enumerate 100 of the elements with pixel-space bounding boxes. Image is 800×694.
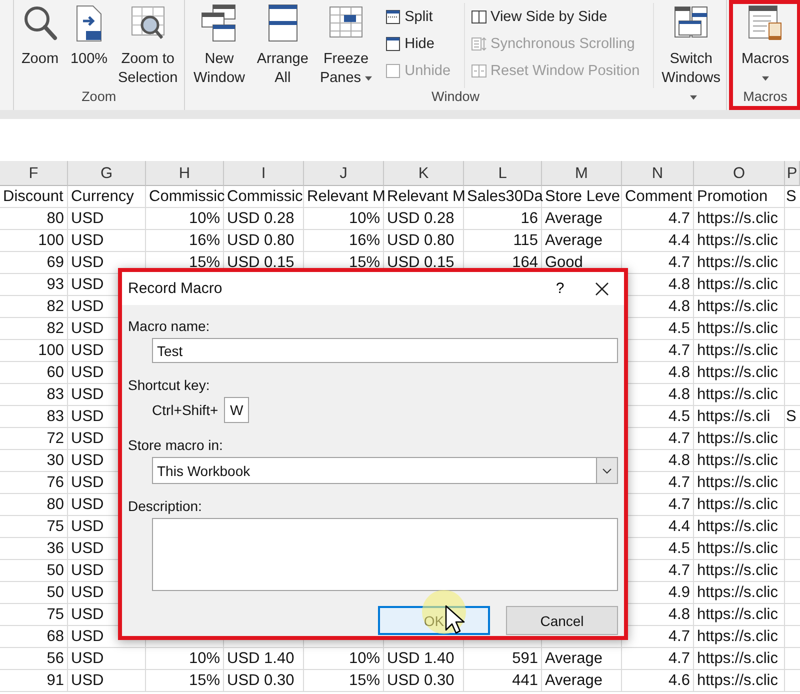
view-side-by-side-button[interactable]: View Side by Side — [470, 6, 640, 27]
split-button[interactable]: Split — [384, 6, 451, 27]
table-cell: 68 — [0, 626, 68, 648]
table-cell: 591 — [464, 648, 542, 670]
table-cell: 36 — [0, 538, 68, 560]
switch-windows-button[interactable]: Switch Windows — [652, 3, 724, 88]
table-cell: 4.7 — [622, 648, 694, 670]
table-cell: USD 0.28 — [224, 208, 304, 230]
table-cell: https://s.clic — [694, 296, 785, 318]
table-cell: 16% — [146, 230, 224, 252]
table-cell: 75 — [0, 516, 68, 538]
table-cell: 80 — [0, 208, 68, 230]
table-cell: https://s.clic — [694, 472, 785, 494]
table-cell: 441 — [464, 670, 542, 692]
column-letter[interactable]: P — [785, 161, 800, 186]
macros-button[interactable]: Macros — [738, 3, 792, 88]
table-cell: https://s.clic — [694, 274, 785, 296]
arrange-all-button[interactable]: Arrange All — [254, 3, 312, 88]
table-cell: 115 — [464, 230, 542, 252]
column-letter[interactable]: O — [694, 161, 785, 186]
column-header: Commissic — [224, 186, 304, 208]
cancel-button[interactable]: Cancel — [506, 606, 618, 635]
table-cell: https://s.clic — [694, 384, 785, 406]
table-cell: https://s.clic — [694, 538, 785, 560]
table-cell: 76 — [0, 472, 68, 494]
table-cell: 50 — [0, 582, 68, 604]
table-cell: 72 — [0, 428, 68, 450]
table-cell: https://s.cli — [694, 406, 785, 428]
table-cell: https://s.clic — [694, 428, 785, 450]
store-macro-dropdown[interactable]: This Workbook — [152, 457, 618, 484]
table-cell: https://s.clic — [694, 560, 785, 582]
new-window-button[interactable]: New Window — [188, 3, 251, 88]
chevron-down-icon — [602, 468, 612, 474]
split-window-icon — [384, 8, 401, 24]
table-cell: USD — [68, 670, 146, 692]
table-cell: USD 1.40 — [384, 648, 464, 670]
table-cell: Average — [542, 208, 622, 230]
table-cell: 10% — [304, 208, 384, 230]
table-cell: 60 — [0, 362, 68, 384]
table-cell: Average — [542, 670, 622, 692]
table-cell: USD 0.80 — [224, 230, 304, 252]
table-cell: 10% — [146, 648, 224, 670]
column-header: Store Leve — [542, 186, 622, 208]
macro-name-field[interactable]: Test — [152, 338, 618, 363]
column-letter[interactable]: I — [224, 161, 304, 186]
table-cell: USD 0.28 — [384, 208, 464, 230]
table-cell: 10% — [146, 208, 224, 230]
column-header: S — [785, 186, 800, 208]
window-icon — [384, 62, 401, 78]
column-letter[interactable]: H — [146, 161, 224, 186]
window-icon — [384, 36, 401, 52]
column-header: Commissic — [146, 186, 224, 208]
column-header: Relevant M — [304, 186, 384, 208]
close-icon — [595, 282, 609, 296]
table-cell: 4.6 — [622, 670, 694, 692]
column-letter[interactable]: M — [542, 161, 622, 186]
table-cell: https://s.clic — [694, 208, 785, 230]
side-by-side-icon — [470, 8, 487, 24]
table-cell: 93 — [0, 274, 68, 296]
zoom-to-selection-button[interactable]: Zoom to Selection — [115, 3, 181, 88]
table-cell: 30 — [0, 450, 68, 472]
group-label: Window — [430, 88, 481, 106]
table-cell: https://s.clic — [694, 450, 785, 472]
table-cell: https://s.clic — [694, 340, 785, 362]
table-cell: USD 1.40 — [224, 648, 304, 670]
column-letter[interactable]: L — [464, 161, 542, 186]
table-cell: https://s.clic — [694, 252, 785, 274]
group-label: Zoom — [80, 88, 118, 106]
hide-button[interactable]: Hide — [384, 33, 451, 54]
table-cell: USD — [68, 230, 146, 252]
description-field[interactable] — [152, 518, 618, 591]
table-cell: 4.7 — [622, 208, 694, 230]
table-cell: https://s.clic — [694, 670, 785, 692]
column-letter[interactable]: N — [622, 161, 694, 186]
table-cell: https://s.clic — [694, 494, 785, 516]
zoom-100-button[interactable]: 100% — [66, 3, 112, 88]
column-letter[interactable]: F — [0, 161, 68, 186]
table-cell: https://s.clic — [694, 582, 785, 604]
table-cell: 83 — [0, 406, 68, 428]
help-button[interactable]: ? — [540, 280, 580, 297]
table-cell: https://s.clic — [694, 648, 785, 670]
shortcut-prefix: Ctrl+Shift+ — [152, 402, 218, 418]
table-cell: Average — [542, 648, 622, 670]
column-letter[interactable]: J — [304, 161, 384, 186]
table-cell: https://s.clic — [694, 604, 785, 626]
column-header: Promotion — [694, 186, 785, 208]
table-cell: 91 — [0, 670, 68, 692]
zoom-button[interactable]: Zoom — [17, 3, 63, 88]
table-cell: https://s.clic — [694, 516, 785, 538]
table-cell: USD 0.80 — [384, 230, 464, 252]
sync-scroll-icon — [470, 36, 487, 52]
table-cell: USD — [68, 208, 146, 230]
freeze-panes-button[interactable]: Freeze Panes — [314, 3, 378, 88]
table-cell: 16% — [304, 230, 384, 252]
column-letter[interactable]: G — [68, 161, 146, 186]
table-cell: 10% — [304, 648, 384, 670]
table-cell: 80 — [0, 494, 68, 516]
shortcut-key-field[interactable]: W — [224, 397, 250, 423]
table-cell: 16 — [464, 208, 542, 230]
column-letter[interactable]: K — [384, 161, 464, 186]
